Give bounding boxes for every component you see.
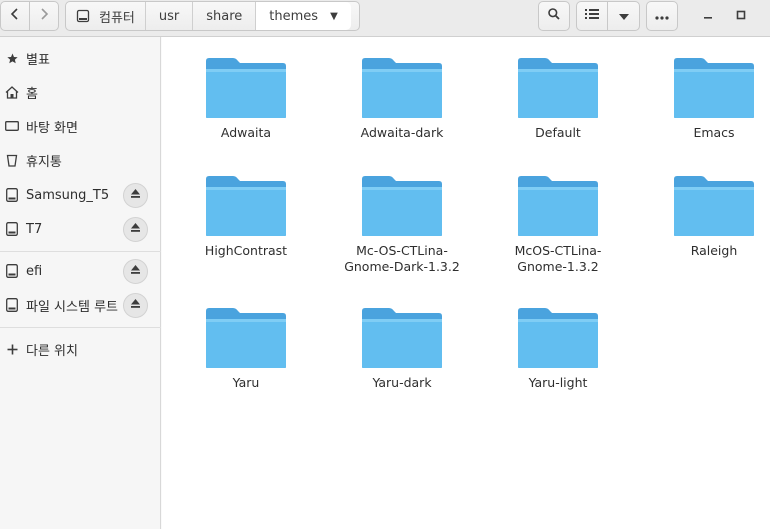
path-crumb-label: 컴퓨터 (99, 10, 135, 26)
folder-icon (206, 308, 286, 368)
chevron-down-icon (618, 9, 629, 24)
maximize-icon (736, 9, 746, 24)
eject-button-filesystem-root[interactable] (123, 293, 148, 318)
folder-icon (518, 58, 598, 118)
folder-icon (206, 176, 286, 236)
drive-icon (5, 188, 19, 202)
folder-item-highcontrast[interactable]: HighContrast (171, 175, 321, 259)
sidebar-divider (0, 251, 161, 252)
folder-icon (206, 58, 286, 118)
path-crumb-label: themes (269, 8, 319, 24)
file-name: Mc-OS-CTLina- Gnome-Dark-1.3.2 (344, 243, 460, 274)
search-icon (547, 7, 561, 25)
folder-icon (362, 176, 442, 236)
star-icon (5, 52, 19, 64)
file-name: Default (535, 125, 581, 140)
path-crumb-usr[interactable]: usr (146, 2, 194, 30)
chevron-right-icon (39, 8, 49, 24)
folder-item-yaru-light[interactable]: Yaru-light (483, 307, 633, 391)
path-bar: 컴퓨터 usr share themes ▼ (65, 1, 360, 31)
drive-icon (5, 264, 19, 278)
menu-button[interactable] (646, 1, 678, 31)
file-name: McOS-CTLina- Gnome-1.3.2 (514, 243, 602, 274)
folder-item-adwaita[interactable]: Adwaita (171, 57, 321, 141)
eject-icon (130, 264, 141, 279)
sidebar-item-trash[interactable]: 휴지통 (0, 145, 161, 175)
folder-item-mcos-ctlina-gnome[interactable]: McOS-CTLina- Gnome-1.3.2 (483, 175, 633, 275)
eject-icon (130, 222, 141, 237)
path-crumb-share[interactable]: share (193, 2, 257, 30)
folder-icon (518, 176, 598, 236)
sidebar: 별표 홈 바탕 화면 휴지통 Samsung_T5 T7 efi 파일 시스템 … (0, 37, 161, 529)
eject-button-t7[interactable] (123, 217, 148, 242)
sidebar-item-label: T7 (26, 221, 43, 237)
home-icon (5, 85, 19, 99)
minimize-button[interactable] (696, 6, 720, 26)
file-name: Yaru-dark (372, 375, 432, 390)
eject-button-samsung-t5[interactable] (123, 183, 148, 208)
folder-item-adwaita-dark[interactable]: Adwaita-dark (327, 57, 477, 141)
caret-down-icon: ▼ (330, 10, 338, 22)
maximize-button[interactable] (729, 6, 753, 26)
file-view: Adwaita Adwaita-dark Default Emacs HighC… (162, 37, 770, 529)
sidebar-item-label: 휴지통 (26, 154, 62, 170)
folder-item-yaru-dark[interactable]: Yaru-dark (327, 307, 477, 391)
list-view-icon (585, 8, 599, 24)
drive-icon (5, 298, 19, 312)
folder-icon (518, 308, 598, 368)
eject-icon (130, 188, 141, 203)
sidebar-item-label: 홈 (26, 86, 38, 102)
drive-icon (5, 222, 19, 236)
sidebar-item-starred[interactable]: 별표 (0, 43, 161, 73)
folder-icon (674, 58, 754, 118)
file-name: HighContrast (204, 243, 288, 258)
file-name: Adwaita-dark (360, 125, 444, 140)
path-crumb-themes[interactable]: themes ▼ (256, 2, 351, 30)
sidebar-item-label: 파일 시스템 루트 (26, 299, 118, 315)
sidebar-item-label: 다른 위치 (26, 343, 78, 359)
folder-item-default[interactable]: Default (483, 57, 633, 141)
file-name: Yaru (232, 375, 260, 390)
eject-button-efi[interactable] (123, 259, 148, 284)
eject-icon (130, 298, 141, 313)
sidebar-item-other-locations[interactable]: 다른 위치 (0, 334, 161, 364)
view-toggle-button[interactable] (576, 1, 608, 31)
file-name: Raleigh (690, 243, 738, 258)
path-crumb-label: usr (158, 8, 180, 24)
sidebar-item-desktop[interactable]: 바탕 화면 (0, 111, 161, 141)
sidebar-item-label: efi (26, 263, 43, 279)
sidebar-item-label: 바탕 화면 (26, 120, 78, 136)
desktop-icon (5, 120, 19, 132)
chevron-left-icon (10, 8, 20, 24)
plus-icon (5, 344, 19, 355)
file-name: Yaru-light (528, 375, 588, 390)
minimize-icon (703, 9, 713, 24)
back-button[interactable] (0, 1, 30, 31)
sidebar-item-label: 별표 (26, 52, 50, 68)
trash-icon (5, 154, 19, 167)
file-name: Emacs (693, 125, 735, 140)
folder-icon (362, 58, 442, 118)
view-options-button[interactable] (607, 1, 640, 31)
folder-icon (362, 308, 442, 368)
forward-button[interactable] (29, 1, 59, 31)
more-options-icon (655, 9, 669, 24)
folder-item-yaru[interactable]: Yaru (171, 307, 321, 391)
sidebar-item-home[interactable]: 홈 (0, 77, 161, 107)
drive-icon (76, 9, 90, 23)
search-button[interactable] (538, 1, 570, 31)
folder-icon (674, 176, 754, 236)
folder-item-mc-os-ctlina-gnome-dark[interactable]: Mc-OS-CTLina- Gnome-Dark-1.3.2 (327, 175, 477, 275)
path-crumb-label: share (206, 8, 243, 24)
sidebar-item-label: Samsung_T5 (26, 187, 110, 203)
header-bar: 컴퓨터 usr share themes ▼ (0, 0, 770, 37)
sidebar-divider (0, 327, 161, 328)
file-name: Adwaita (220, 125, 272, 140)
folder-item-raleigh[interactable]: Raleigh (639, 175, 770, 259)
path-crumb-computer[interactable]: 컴퓨터 (66, 2, 146, 30)
folder-item-emacs[interactable]: Emacs (639, 57, 770, 141)
